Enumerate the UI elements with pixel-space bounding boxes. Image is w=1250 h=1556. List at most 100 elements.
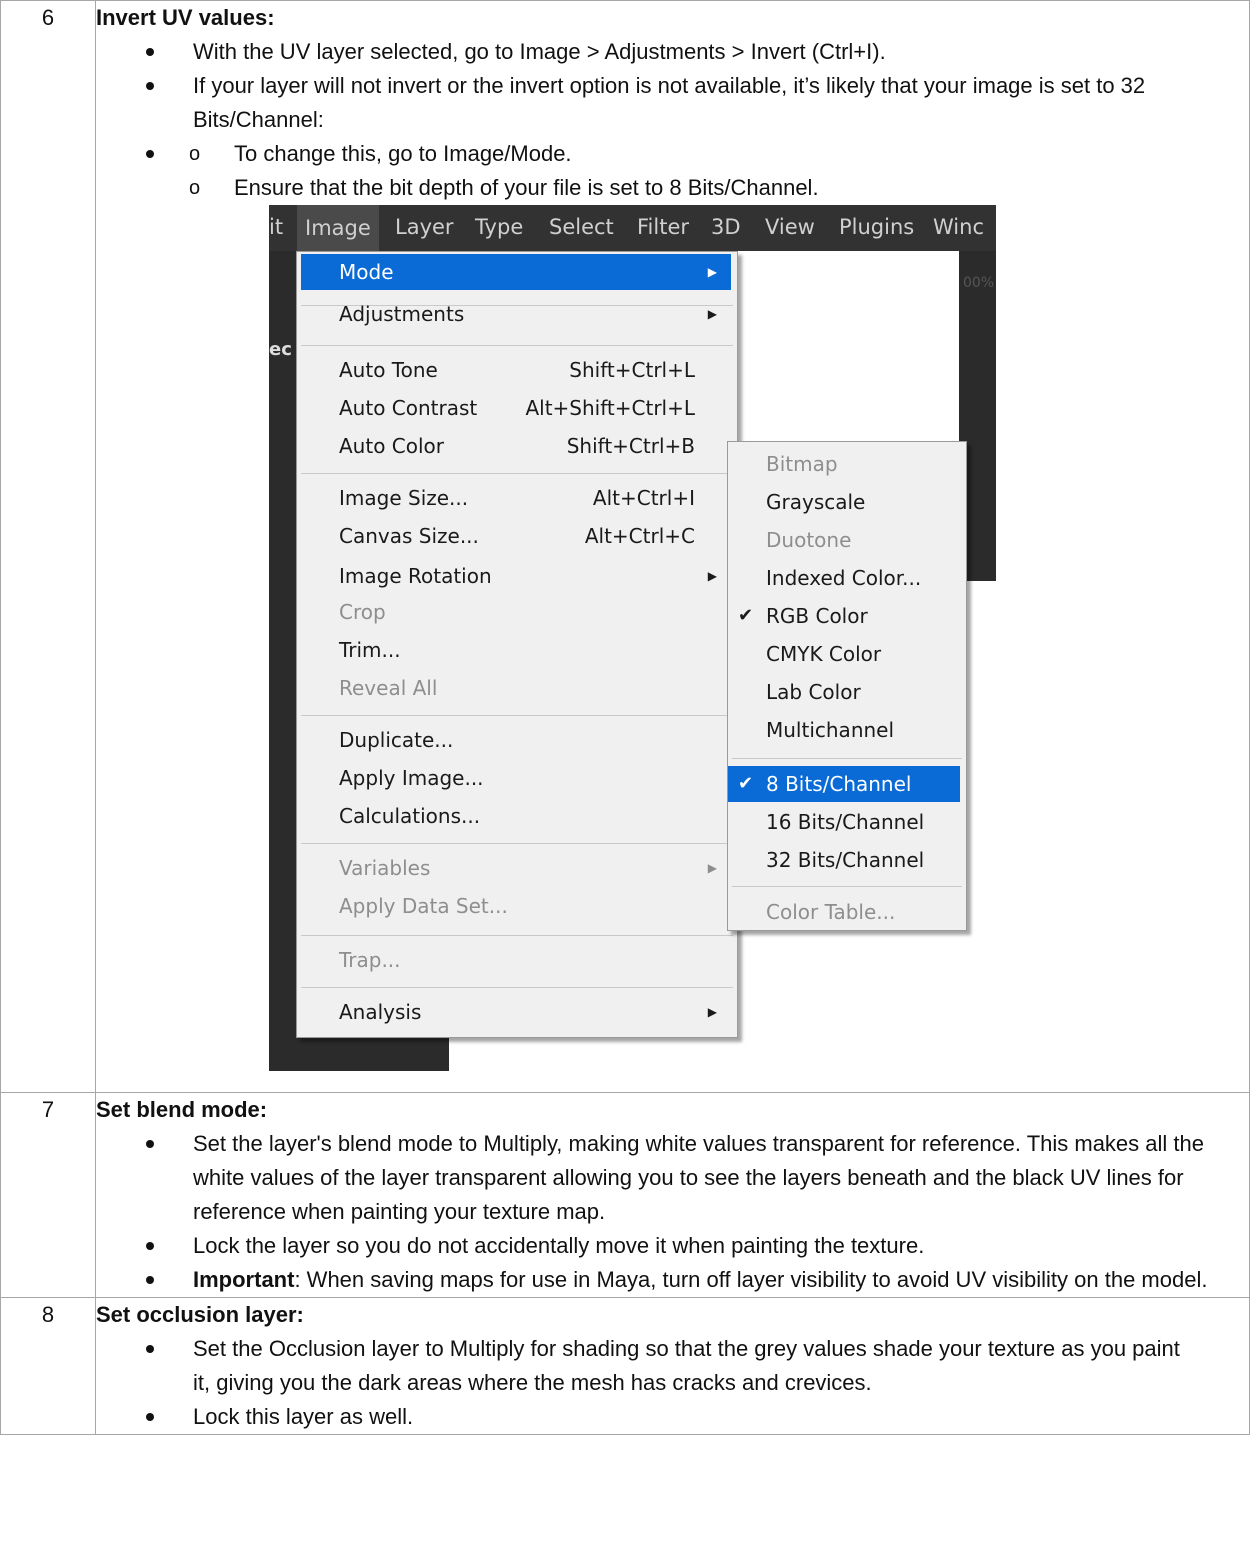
menu-item-shortcut: Shift+Ctrl+L [569,358,695,382]
menu-window[interactable]: Winc [933,215,984,239]
menubar: it Image Layer Type Select Filter 3D Vie… [269,205,996,251]
submenu-arrow-icon: ▶ [707,265,717,279]
image-menu-item[interactable]: Adjustments ▶ [301,296,731,332]
step-number: 7 [0,1092,96,1298]
checkmark-icon: ✔ [738,605,754,626]
menu-item-label: Analysis [339,1000,422,1024]
menu-item-label: Multichannel [766,718,895,742]
image-menu-item[interactable]: Variables ▶ [301,850,731,886]
mode-submenu-item[interactable]: Multichannel [728,712,960,748]
menu-item-label: 16 Bits/Channel [766,810,925,834]
image-menu-item[interactable]: Analysis ▶ [301,994,731,1030]
menu-item-label: Color Table... [766,900,896,924]
image-menu-item[interactable]: Duplicate... [301,722,731,758]
image-menu-item[interactable]: Apply Image... [301,760,731,796]
step-title: Set occlusion layer: [96,1302,304,1327]
mode-submenu-item[interactable]: Grayscale [728,484,960,520]
menu-item-label: Lab Color [766,680,861,704]
mode-submenu-item[interactable]: ✔ RGB Color [728,598,960,634]
bullet-item: Lock the layer so you do not accidentall… [146,1229,1239,1263]
mode-submenu-item[interactable]: Color Table... [728,894,960,930]
image-menu-item[interactable]: Auto Contrast Alt+Shift+Ctrl+L [301,390,731,426]
menu-separator [301,473,733,474]
menu-filter[interactable]: Filter [637,215,689,239]
bullet-item: Set the layer's blend mode to Multiply, … [146,1127,1239,1229]
menu-separator [301,345,733,346]
mode-submenu-item[interactable]: 32 Bits/Channel [728,842,960,878]
bullet-item: With the UV layer selected, go to Image … [146,35,1249,69]
image-menu-item[interactable]: Auto Color Shift+Ctrl+B [301,428,731,464]
menu-item-label: Duplicate... [339,728,454,752]
menu-item-label: Variables [339,856,431,880]
image-menu-item[interactable]: Reveal All [301,670,731,706]
image-menu-item[interactable]: Trap... [301,942,731,978]
menu-edit[interactable]: it [269,215,283,239]
menu-item-label: Reveal All [339,676,438,700]
submenu-arrow-icon: ▶ [707,861,717,875]
menu-view[interactable]: View [765,215,815,239]
menu-layer[interactable]: Layer [395,215,454,239]
bullet-list: Set the Occlusion layer to Multiply for … [96,1332,1249,1434]
image-menu-item[interactable]: Canvas Size... Alt+Ctrl+C [301,518,731,554]
photoshop-screenshot: it Image Layer Type Select Filter 3D Vie… [269,205,996,1071]
step-row-6: 6 Invert UV values: With the UV layer se… [0,0,1250,1093]
menu-separator [301,987,733,988]
mode-submenu-item[interactable]: Indexed Color... [728,560,960,596]
sub-bullet-item: Ensure that the bit depth of your file i… [189,171,1249,205]
menu-3d[interactable]: 3D [711,215,741,239]
menu-image[interactable]: Image [297,205,379,251]
mode-submenu-item[interactable]: Lab Color [728,674,960,710]
image-menu-item[interactable]: Trim... [301,632,731,668]
image-menu-item[interactable]: Crop [301,594,731,630]
menu-item-label: Trim... [339,638,401,662]
image-menu: Mode ▶ Adjustments ▶ Auto Tone Shift+Ctrl+L Au… [296,251,738,1038]
bullet-item: Lock this layer as well. [146,1400,1189,1434]
bullet-item: Set the Occlusion layer to Multiply for … [146,1332,1189,1400]
submenu-arrow-icon: ▶ [707,307,717,321]
zoom-fragment: 00% [963,275,995,291]
menu-item-label: Grayscale [766,490,866,514]
mode-submenu-item[interactable]: 16 Bits/Channel [728,804,960,840]
image-menu-item[interactable]: Auto Tone Shift+Ctrl+L [301,352,731,388]
menu-item-shortcut: Shift+Ctrl+B [566,434,695,458]
bullet-list: With the UV layer selected, go to Image … [96,35,1249,137]
step-number: 8 [0,1297,96,1435]
mode-submenu-item[interactable]: Duotone [728,522,960,558]
menu-item-label: 8 Bits/Channel [766,772,912,796]
menu-item-label: Apply Data Set... [339,894,508,918]
menu-type[interactable]: Type [475,215,523,239]
bullet-item: If your layer will not invert or the inv… [146,69,1249,137]
bullet-list: Set the layer's blend mode to Multiply, … [96,1127,1249,1297]
step-body: Invert UV values: With the UV layer sele… [95,0,1250,1093]
menu-item-label: Canvas Size... [339,524,479,548]
image-menu-item[interactable]: Apply Data Set... [301,888,731,924]
app-dark-left [269,251,299,1071]
sub-bullet-wrapper: To change this, go to Image/Mode. Ensure… [96,137,1249,205]
menu-item-label: Apply Image... [339,766,484,790]
mode-submenu-item[interactable]: CMYK Color [728,636,960,672]
image-menu-item[interactable]: Calculations... [301,798,731,834]
mode-submenu: Bitmap Grayscale Duotone Indexed Color... ✔ R… [727,441,967,931]
submenu-arrow-icon: ▶ [707,1005,717,1019]
menu-item-label: Adjustments [339,302,465,326]
menu-select[interactable]: Select [549,215,614,239]
mode-submenu-item[interactable]: Bitmap [728,446,960,482]
step-title: Set blend mode: [96,1097,268,1122]
sub-bullet-list: To change this, go to Image/Mode. Ensure… [165,137,1249,205]
menu-plugins[interactable]: Plugins [839,215,914,239]
step-title: Invert UV values: [96,5,275,30]
menu-separator [732,758,962,759]
image-menu-item[interactable]: Image Rotation ▶ [301,558,731,594]
menu-item-label: RGB Color [766,604,868,628]
menu-item-label: CMYK Color [766,642,882,666]
menu-item-label: Crop [339,600,386,624]
step-body: Set blend mode: Set the layer's blend mo… [95,1092,1250,1298]
image-menu-item[interactable]: Image Size... Alt+Ctrl+I [301,480,731,516]
sub-bullet-container: To change this, go to Image/Mode. Ensure… [146,137,1249,205]
menu-item-shortcut: Alt+Ctrl+I [592,486,695,510]
image-menu-item[interactable]: Mode ▶ [301,254,731,290]
step-body: Set occlusion layer: Set the Occlusion l… [95,1297,1250,1435]
important-text: : When saving maps for use in Maya, turn… [294,1267,1208,1292]
checkmark-icon: ✔ [738,773,754,794]
mode-submenu-item[interactable]: ✔ 8 Bits/Channel [728,766,960,802]
